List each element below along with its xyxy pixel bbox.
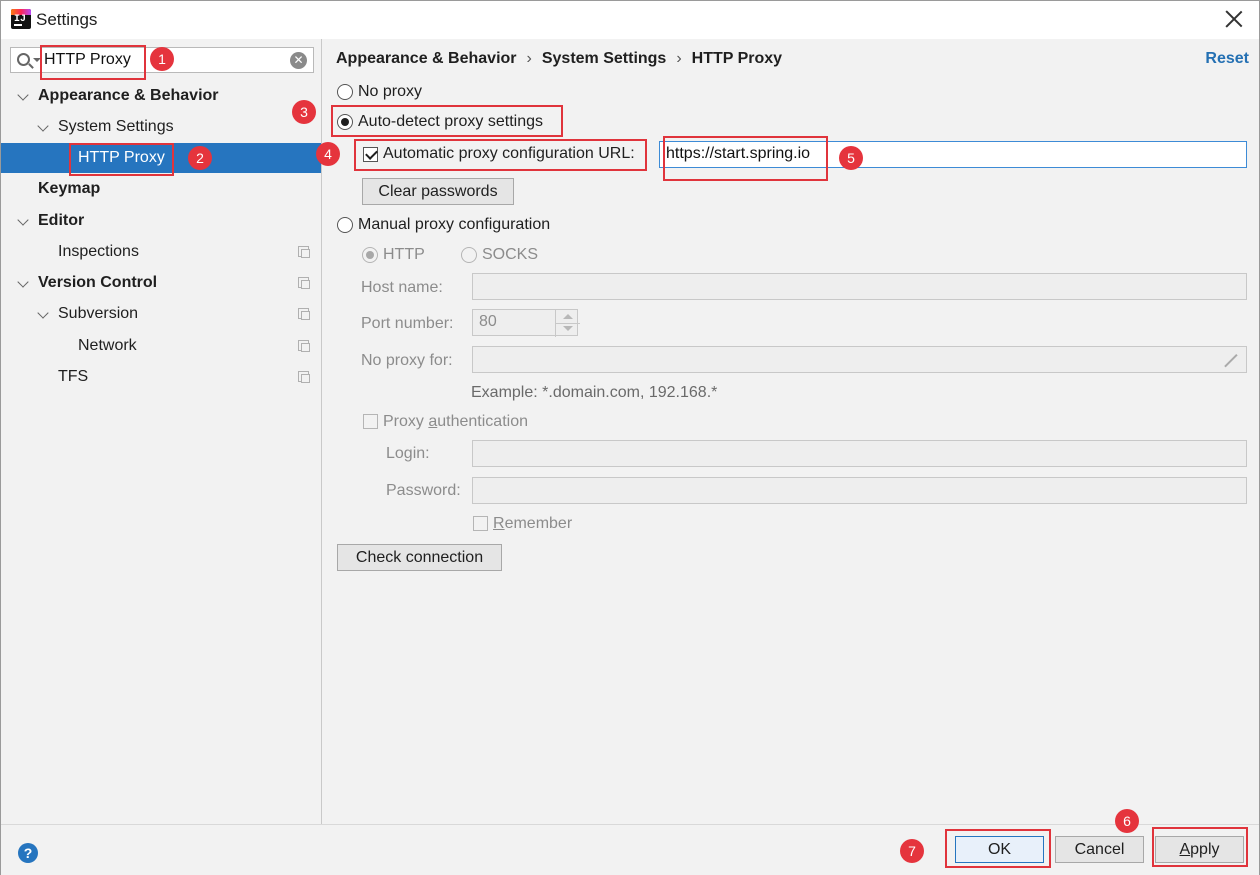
no-proxy-radio[interactable]: [337, 84, 353, 100]
annotation-badge-1: 1: [150, 47, 174, 71]
socks-label: SOCKS: [482, 246, 539, 263]
clear-passwords-button[interactable]: Clear passwords: [362, 178, 514, 205]
project-level-icon: [298, 340, 310, 352]
host-name-label: Host name:: [361, 279, 443, 296]
annotation-box-ok: [945, 829, 1051, 868]
breadcrumb: Appearance & Behavior › System Settings › HT…: [336, 50, 782, 68]
annotation-box-auto-config: [354, 139, 647, 171]
chevron-down-icon[interactable]: [563, 326, 573, 331]
sidebar-item-version-control[interactable]: Version Control: [1, 268, 321, 298]
expand-icon[interactable]: [1224, 353, 1238, 367]
annotation-box-search: [40, 45, 146, 80]
annotation-box-http-proxy: [69, 143, 174, 176]
sidebar-item-label: Network: [78, 337, 137, 354]
host-name-input[interactable]: [472, 273, 1247, 300]
chevron-up-icon[interactable]: [563, 314, 573, 319]
chevron-down-icon[interactable]: [37, 307, 49, 319]
annotation-badge-7: 7: [900, 839, 924, 863]
breadcrumb-separator: ›: [676, 50, 682, 67]
remember-checkbox[interactable]: [473, 516, 488, 531]
annotation-badge-3: 3: [292, 100, 316, 124]
proxy-authentication-label: Proxy authentication: [383, 413, 528, 430]
project-level-icon: [298, 308, 310, 320]
sidebar-item-inspections[interactable]: Inspections: [1, 237, 321, 267]
http-radio[interactable]: [362, 247, 378, 263]
sidebar-item-label: Appearance & Behavior: [38, 87, 219, 104]
cancel-button[interactable]: Cancel: [1055, 836, 1144, 863]
chevron-down-icon[interactable]: [17, 276, 29, 288]
annotation-badge-2: 2: [188, 146, 212, 170]
chevron-down-icon[interactable]: [17, 214, 29, 226]
window-title: Settings: [36, 10, 98, 29]
password-label: Password:: [386, 482, 461, 499]
breadcrumb-item: HTTP Proxy: [691, 50, 783, 67]
check-connection-button[interactable]: Check connection: [337, 544, 502, 571]
manual-proxy-label[interactable]: Manual proxy configuration: [358, 216, 550, 234]
project-level-icon: [298, 277, 310, 289]
password-input[interactable]: [472, 477, 1247, 504]
chevron-down-icon[interactable]: [37, 120, 49, 132]
sidebar-item-label: Subversion: [58, 305, 139, 322]
port-number-label: Port number:: [361, 315, 454, 332]
port-spinner[interactable]: [555, 310, 580, 337]
sidebar-item-label: Inspections: [58, 243, 139, 260]
search-icon[interactable]: [17, 53, 30, 66]
sidebar-item-label: System Settings: [58, 118, 174, 135]
annotation-box-url: [663, 136, 828, 181]
proxy-authentication-checkbox[interactable]: [363, 414, 378, 429]
title-bar: IJ Settings: [1, 1, 1259, 39]
intellij-idea-icon: IJ: [11, 9, 31, 29]
manual-proxy-radio[interactable]: [337, 217, 353, 233]
port-number-value: 80: [479, 313, 497, 330]
sidebar-item-system-settings[interactable]: System Settings: [1, 112, 321, 142]
breadcrumb-item[interactable]: System Settings: [542, 50, 666, 68]
sidebar-item-keymap[interactable]: Keymap: [1, 174, 321, 204]
close-icon[interactable]: [1223, 8, 1245, 30]
dialog-footer: ? OK Cancel Apply: [1, 824, 1259, 875]
project-level-icon: [298, 246, 310, 258]
login-input[interactable]: [472, 440, 1247, 467]
breadcrumb-item[interactable]: Appearance & Behavior: [336, 50, 517, 68]
clear-search-icon[interactable]: ✕: [290, 52, 307, 69]
sidebar-item-label: TFS: [58, 368, 89, 385]
login-label: Login:: [386, 445, 430, 462]
socks-radio[interactable]: [461, 247, 477, 263]
remember-label: Remember: [493, 515, 573, 532]
http-label: HTTP: [383, 246, 425, 263]
sidebar-item-network[interactable]: Network: [1, 331, 321, 361]
reset-link[interactable]: Reset: [1205, 50, 1249, 68]
no-proxy-for-label: No proxy for:: [361, 352, 453, 369]
sidebar-item-appearance-behavior[interactable]: Appearance & Behavior: [1, 81, 321, 111]
sidebar-item-label: Editor: [38, 212, 85, 229]
chevron-down-icon[interactable]: [17, 89, 29, 101]
sidebar-item-tfs[interactable]: TFS: [1, 362, 321, 392]
settings-window: IJ Settings ✕ Appearance & Behavior Syst…: [0, 0, 1260, 875]
project-level-icon: [298, 371, 310, 383]
no-proxy-for-input[interactable]: [472, 346, 1247, 373]
sidebar-item-editor[interactable]: Editor: [1, 206, 321, 236]
no-proxy-example: Example: *.domain.com, 192.168.*: [471, 384, 718, 401]
help-icon[interactable]: ?: [18, 843, 38, 863]
sidebar-item-label: Version Control: [38, 274, 158, 291]
annotation-box-auto-detect: [331, 105, 563, 137]
sidebar-item-label: Keymap: [38, 180, 101, 197]
annotation-badge-5: 5: [839, 146, 863, 170]
port-number-stepper[interactable]: 80: [472, 309, 580, 337]
breadcrumb-separator: ›: [526, 50, 532, 67]
no-proxy-label[interactable]: No proxy: [358, 83, 422, 101]
sidebar-item-subversion[interactable]: Subversion: [1, 299, 321, 329]
annotation-badge-4: 4: [316, 142, 340, 166]
annotation-badge-6: 6: [1115, 809, 1139, 833]
annotation-box-apply: [1152, 827, 1248, 867]
